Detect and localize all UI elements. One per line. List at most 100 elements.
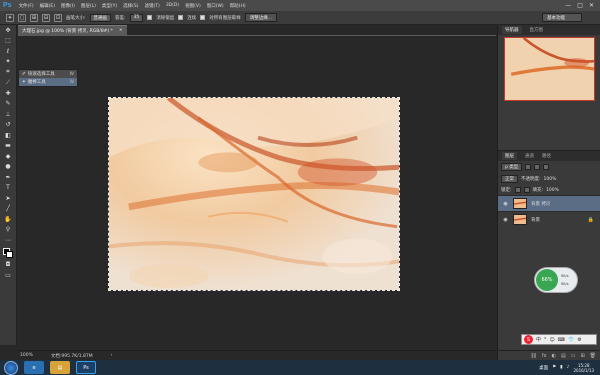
ie-taskbar-icon[interactable]: e [24,361,44,374]
tray-volume-icon[interactable]: ♪ [567,365,570,370]
blend-mode-select[interactable]: 正常 [501,175,518,183]
ime-chinese-mode[interactable]: 中 [536,336,541,343]
tolerance-input[interactable]: 35 [129,13,144,22]
magic-wand-tool-icon[interactable]: ✦ [6,13,14,22]
refine-edge-button[interactable]: 调整边缘... [244,13,278,22]
kind-filter-select[interactable]: ρ 类型 [501,163,523,171]
fill-input[interactable]: 100% [546,188,559,193]
intersect-selection-icon[interactable]: ⊡ [54,13,62,22]
new-selection-icon[interactable]: ▢ [18,13,26,22]
menu-type[interactable]: 类型(Y) [99,3,120,9]
lock-pixels-icon[interactable] [514,187,521,193]
eraser-tool-icon[interactable]: ◧ [0,130,16,141]
network-speed-widget[interactable]: 66% 0K/s 0K/s [534,267,578,293]
start-button[interactable] [4,360,18,375]
ime-skin-icon[interactable]: 👕 [568,337,574,343]
navigator-thumbnail[interactable] [504,37,595,101]
fx-icon[interactable]: fx [542,353,547,359]
tab-histogram[interactable]: 直方图 [530,27,544,33]
tab-layers[interactable]: 图层 [502,152,517,160]
magic-wand-tool-icon[interactable]: ✦ [0,57,16,68]
zoom-tool-icon[interactable]: ⚲ [0,225,16,236]
path-selection-icon[interactable]: ➤ [0,193,16,204]
eye-icon[interactable]: ◉ [502,201,509,207]
ime-settings-icon[interactable]: ⚙ [577,337,581,343]
tab-navigator[interactable]: 导航器 [502,26,522,34]
ime-punctuation[interactable]: ° [544,337,547,343]
pixel-filter-icon[interactable] [525,164,532,170]
zoom-level[interactable]: 100% [20,353,33,358]
layer-row-background-copy[interactable]: ◉ 背景 拷贝 [498,195,600,211]
close-button[interactable]: ✕ [589,2,594,9]
move-tool-icon[interactable]: ✥ [0,25,16,36]
screen-mode-icon[interactable]: ▭ [0,270,16,281]
tray-flag-icon[interactable]: ⚑ [552,365,556,370]
link-layers-icon[interactable]: ⛓ [531,353,537,359]
healing-brush-icon[interactable]: ✚ [0,88,16,99]
group-icon[interactable]: ▭ [571,353,576,359]
pen-tool-icon[interactable]: ✒ [0,172,16,183]
menu-3d[interactable]: 3D(D) [163,3,182,8]
sogou-logo-icon[interactable]: S [524,335,533,344]
gradient-tool-icon[interactable]: ▬ [0,141,16,152]
menu-view[interactable]: 视图(V) [182,3,204,9]
type-filter-icon[interactable] [543,164,550,170]
document-canvas[interactable] [108,97,400,291]
photoshop-taskbar-icon[interactable]: Ps [76,361,96,374]
marquee-tool-icon[interactable]: ⬚ [0,36,16,47]
eyedropper-tool-icon[interactable]: ⟋ [0,78,16,89]
blur-tool-icon[interactable]: ◆ [0,151,16,162]
opacity-input[interactable]: 100% [544,177,557,182]
eye-icon[interactable]: ◉ [502,217,509,223]
flyout-quick-selection[interactable]: ✐ 快速选择工具 W [19,70,77,78]
explorer-taskbar-icon[interactable]: ▤ [50,361,70,374]
quick-mask-icon[interactable]: ◘ [0,260,16,271]
type-tool-icon[interactable]: T [0,183,16,194]
hand-tool-icon[interactable]: ✋ [0,214,16,225]
background-color[interactable] [6,250,13,258]
menu-help[interactable]: 帮助(H) [227,3,249,9]
tab-paths[interactable]: 路径 [542,153,551,159]
brush-tool-icon[interactable]: ✎ [0,99,16,110]
contiguous-checkbox[interactable] [178,15,184,20]
maximize-button[interactable]: □ [577,2,583,9]
menu-window[interactable]: 窗口(W) [204,3,227,9]
lasso-tool-icon[interactable]: ℓ [0,46,16,57]
add-selection-icon[interactable]: ⊞ [30,13,38,22]
line-tool-icon[interactable]: ╱ [0,204,16,215]
trash-icon[interactable]: 🗑 [590,353,596,359]
clone-stamp-icon[interactable]: ⊥ [0,109,16,120]
lock-position-icon[interactable] [523,187,530,193]
sample-all-checkbox[interactable] [200,15,206,20]
subtract-selection-icon[interactable]: ⊟ [42,13,50,22]
close-tab-icon[interactable]: × [119,28,123,33]
mask-icon[interactable]: ▤ [561,353,566,359]
ime-emoji-icon[interactable]: ☺ [550,337,555,343]
tray-network-icon[interactable]: ▮ [560,365,562,370]
more-tools-icon[interactable]: ⋯ [0,235,16,246]
adjust-filter-icon[interactable] [534,164,541,170]
tab-channels[interactable]: 通道 [525,153,534,159]
menu-layer[interactable]: 图层(L) [78,3,99,9]
minimize-button[interactable]: — [565,2,571,9]
layer-row-background[interactable]: ◉ 背景 🔒 [498,211,600,227]
document-tab[interactable]: 大理石.jpg @ 100% (背景 拷贝, RGB/8#) * × [18,25,127,35]
menu-edit[interactable]: 编辑(E) [37,3,58,9]
dodge-tool-icon[interactable]: ● [0,162,16,173]
crop-tool-icon[interactable]: ⌗ [0,67,16,78]
ime-keyboard-icon[interactable]: ⌨ [558,337,565,343]
history-brush-icon[interactable]: ↺ [0,120,16,131]
flyout-magic-wand[interactable]: ✦ 魔棒工具 W [19,78,77,86]
menu-file[interactable]: 文件(F) [16,3,37,9]
sample-size-select[interactable]: 普通画 [89,13,112,22]
workspace-select[interactable]: 基本功能 [542,13,582,22]
antialias-checkbox[interactable] [147,15,153,20]
menu-select[interactable]: 选择(S) [120,3,141,9]
menu-filter[interactable]: 滤镜(T) [142,3,163,9]
menu-image[interactable]: 图像(I) [58,3,78,9]
clock[interactable]: 15:28 2016/1/13 [573,363,594,373]
adjustment-layer-icon[interactable]: ◐ [552,353,556,359]
color-swatches[interactable] [0,246,16,260]
desktop-label[interactable]: 桌面 [539,365,548,371]
status-arrow-icon[interactable]: › [111,353,113,358]
